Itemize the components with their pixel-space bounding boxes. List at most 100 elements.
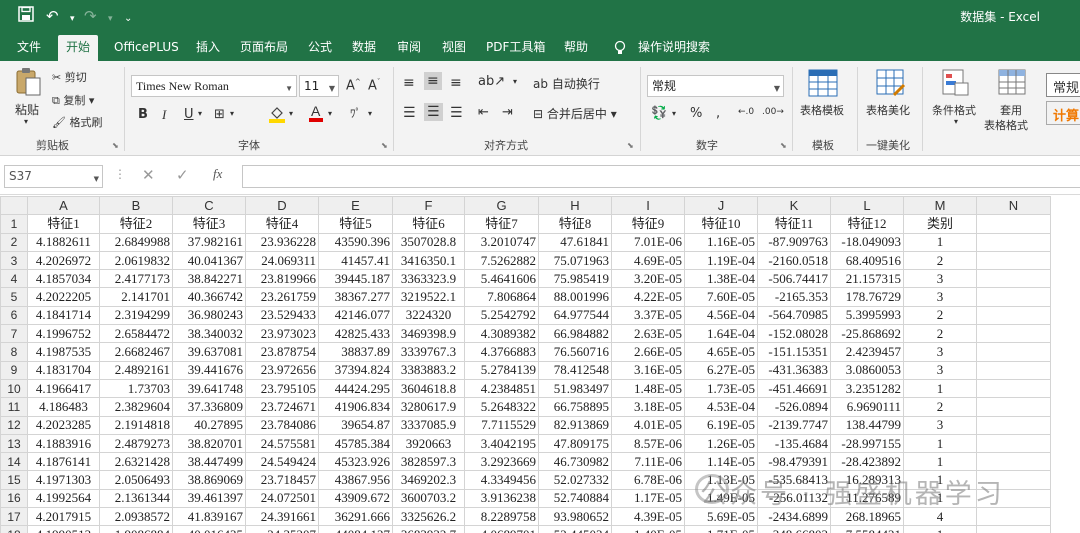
data-cell[interactable]: 43909.672 — [318, 488, 393, 509]
data-cell[interactable]: 6.27E-05 — [684, 360, 758, 380]
data-cell[interactable]: 23.972656 — [245, 360, 319, 380]
data-cell[interactable]: 52.740884 — [538, 488, 612, 509]
empty-cell[interactable] — [976, 305, 1051, 326]
row-header[interactable]: 18 — [0, 525, 28, 533]
data-cell[interactable]: 23.936228 — [245, 232, 319, 252]
data-cell[interactable]: 75.071963 — [538, 250, 612, 271]
data-cell[interactable]: 38837.89 — [318, 342, 393, 362]
data-cell[interactable]: 4.2022205 — [27, 287, 100, 307]
orientation-dropdown-icon[interactable]: ▾ — [513, 77, 517, 86]
data-cell[interactable]: 4.69E-05 — [611, 250, 685, 271]
data-cell[interactable]: 4.2026972 — [27, 250, 100, 271]
formula-input[interactable] — [242, 165, 1080, 188]
data-cell[interactable]: 7.01E-06 — [611, 232, 685, 252]
data-cell[interactable]: 64.977544 — [538, 305, 612, 326]
data-cell[interactable]: 2.0619832 — [99, 250, 173, 271]
data-cell[interactable]: 1 — [903, 378, 977, 399]
data-cell[interactable]: 38.340032 — [172, 324, 246, 344]
column-header[interactable]: A — [27, 196, 100, 216]
data-cell[interactable]: 8.2289758 — [464, 507, 539, 527]
alignment-launcher-icon[interactable]: ⬊ — [627, 141, 634, 150]
data-cell[interactable]: 1.19E-04 — [684, 250, 758, 271]
empty-cell[interactable] — [976, 324, 1051, 344]
data-cell[interactable]: 4.65E-05 — [684, 342, 758, 362]
data-cell[interactable]: 4.1841714 — [27, 305, 100, 326]
column-header[interactable]: M — [903, 196, 977, 216]
header-cell[interactable]: 特征9 — [611, 214, 685, 234]
tab-insert[interactable]: 插入 — [194, 33, 222, 61]
data-cell[interactable]: 23.819966 — [245, 269, 319, 289]
data-cell[interactable]: 36.980243 — [172, 305, 246, 326]
data-cell[interactable]: 3469398.9 — [392, 324, 465, 344]
bold-icon[interactable]: B — [138, 107, 148, 122]
decrease-indent-icon[interactable]: ⇤ — [478, 105, 489, 120]
accounting-dropdown-icon[interactable]: ▾ — [672, 109, 676, 118]
header-cell[interactable]: 特征12 — [830, 214, 904, 234]
data-cell[interactable]: 24.575581 — [245, 433, 319, 454]
data-cell[interactable]: -2165.353 — [757, 287, 831, 307]
column-header[interactable]: E — [318, 196, 393, 216]
conditional-format-label[interactable]: 条件格式 — [932, 102, 976, 118]
data-cell[interactable]: 4.3349456 — [464, 470, 539, 490]
copy-button[interactable]: ⧉ 复制 ▾ — [52, 92, 94, 108]
data-cell[interactable]: 2.3829604 — [99, 397, 173, 417]
phonetic-icon[interactable]: ﾜﾟ — [350, 105, 361, 121]
enter-icon[interactable]: ✓ — [176, 166, 189, 184]
data-cell[interactable]: 5.3995993 — [830, 305, 904, 326]
data-cell[interactable]: 4.1992564 — [27, 488, 100, 509]
header-cell[interactable]: 特征6 — [392, 214, 465, 234]
data-cell[interactable]: -564.70985 — [757, 305, 831, 326]
underline-dropdown-icon[interactable]: ▾ — [198, 109, 202, 118]
underline-icon[interactable]: U — [184, 107, 194, 122]
data-cell[interactable]: 2 — [903, 250, 977, 271]
merge-center-button[interactable]: ⊟ 合并后居中 ▾ — [533, 105, 617, 122]
row-header[interactable]: 15 — [0, 470, 28, 490]
data-cell[interactable]: 4.2017915 — [27, 507, 100, 527]
cancel-icon[interactable]: ✕ — [142, 166, 155, 184]
data-cell[interactable]: 1.26E-05 — [684, 433, 758, 454]
row-header[interactable]: 17 — [0, 507, 28, 527]
data-cell[interactable]: 40.016435 — [172, 525, 246, 533]
border-icon[interactable]: ⊞ — [214, 107, 225, 122]
data-cell[interactable]: 1 — [903, 488, 977, 509]
data-cell[interactable]: 39.461397 — [172, 488, 246, 509]
data-cell[interactable]: 1.9086884 — [99, 525, 173, 533]
data-cell[interactable]: 7.806864 — [464, 287, 539, 307]
header-cell[interactable]: 特征2 — [99, 214, 173, 234]
header-cell[interactable]: 特征10 — [684, 214, 758, 234]
data-cell[interactable]: -431.36383 — [757, 360, 831, 380]
fill-color-icon[interactable] — [268, 105, 286, 126]
data-cell[interactable]: 23.878754 — [245, 342, 319, 362]
data-cell[interactable]: 23.529433 — [245, 305, 319, 326]
data-cell[interactable]: 2.6682467 — [99, 342, 173, 362]
phonetic-dropdown-icon[interactable]: ▾ — [368, 109, 372, 118]
data-cell[interactable]: 3600703.2 — [392, 488, 465, 509]
data-cell[interactable]: 7.11E-06 — [611, 452, 685, 472]
data-cell[interactable]: 24.391661 — [245, 507, 319, 527]
decrease-font-icon[interactable]: Aˇ — [368, 78, 380, 93]
data-cell[interactable]: 1 — [903, 470, 977, 490]
data-cell[interactable]: 6.78E-06 — [611, 470, 685, 490]
data-cell[interactable]: 4.1987535 — [27, 342, 100, 362]
data-cell[interactable]: 24.072501 — [245, 488, 319, 509]
tell-me-search[interactable]: 操作说明搜索 — [636, 33, 712, 61]
data-cell[interactable]: 4 — [903, 507, 977, 527]
column-header[interactable]: K — [757, 196, 831, 216]
data-cell[interactable]: -526.0894 — [757, 397, 831, 417]
data-cell[interactable]: 3828597.3 — [392, 452, 465, 472]
tab-formulas[interactable]: 公式 — [306, 33, 334, 61]
tab-home[interactable]: 开始 — [58, 35, 99, 61]
format-as-table-label-1[interactable]: 套用 — [1000, 102, 1022, 118]
tab-help[interactable]: 帮助 — [562, 33, 590, 61]
align-top-icon[interactable]: ≡ — [403, 75, 415, 91]
data-cell[interactable]: 40.27895 — [172, 415, 246, 435]
data-cell[interactable]: 4.186483 — [27, 397, 100, 417]
row-header[interactable]: 1 — [0, 214, 28, 234]
data-cell[interactable]: 39445.187 — [318, 269, 393, 289]
data-cell[interactable]: 36291.666 — [318, 507, 393, 527]
data-cell[interactable]: 41457.41 — [318, 250, 393, 271]
data-cell[interactable]: 3.4042195 — [464, 433, 539, 454]
empty-cell[interactable] — [976, 287, 1051, 307]
data-cell[interactable]: 2.4177173 — [99, 269, 173, 289]
data-cell[interactable]: 3 — [903, 342, 977, 362]
